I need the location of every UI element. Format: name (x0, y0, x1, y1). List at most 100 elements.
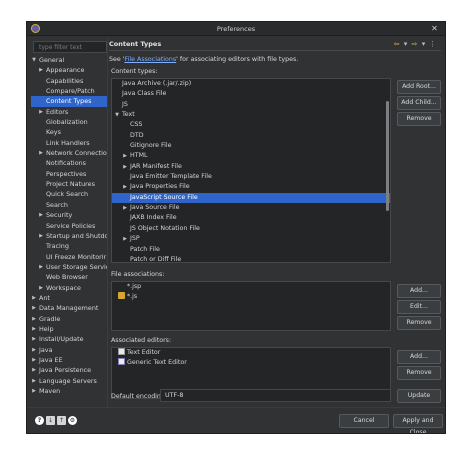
collapsed-chevron-icon[interactable]: ▶ (122, 162, 128, 172)
tree-item[interactable]: ▶ Data Management (31, 303, 107, 313)
tree-item[interactable]: Link Handlers (31, 138, 107, 148)
tree-item[interactable]: Project Natures (31, 179, 107, 189)
content-types-scrollbar[interactable] (386, 101, 389, 211)
tree-item[interactable]: ▶ Startup and Shutdo (31, 231, 107, 241)
tree-item[interactable]: ▶ Editors (31, 107, 107, 117)
content-type-row[interactable]: ▶ Java Properties File (112, 182, 390, 192)
tree-item[interactable]: ▶ Java (31, 345, 107, 355)
collapsed-chevron-icon[interactable]: ▶ (38, 210, 44, 220)
help-icon[interactable]: ? (35, 416, 44, 425)
tree-item[interactable]: Perspectives (31, 169, 107, 179)
tree-item[interactable]: Globalization (31, 117, 107, 127)
file-associations-list[interactable]: *.jsp *.js (111, 281, 391, 331)
tree-item[interactable]: ▶ Java EE (31, 355, 107, 365)
collapsed-chevron-icon[interactable]: ▶ (122, 203, 128, 213)
content-type-row[interactable]: Patch or Diff File (112, 255, 390, 262)
collapsed-chevron-icon[interactable]: ▶ (38, 148, 44, 158)
tree-item[interactable]: Keys (31, 127, 107, 137)
content-type-row[interactable]: CSS (112, 120, 390, 130)
tree-item[interactable]: Quick Search (31, 189, 107, 199)
tree-item[interactable]: ▶ Network Connectio (31, 148, 107, 158)
tree-item[interactable]: Tracing (31, 241, 107, 251)
tree-item[interactable]: ▶ Security (31, 210, 107, 220)
import-icon[interactable]: ↓ (46, 416, 55, 425)
content-types-list[interactable]: Java Archive (.jar/.zip) Java Class File J… (111, 78, 391, 263)
file-association-item[interactable]: *.js (112, 292, 390, 302)
dropdown-arrow-icon[interactable]: ▾ (401, 40, 410, 48)
expanded-chevron-icon[interactable]: ▼ (31, 55, 37, 65)
collapsed-chevron-icon[interactable]: ▶ (31, 303, 37, 313)
update-button[interactable]: Update (397, 389, 441, 403)
content-type-row[interactable]: JS (112, 100, 390, 110)
collapsed-chevron-icon[interactable]: ▶ (31, 365, 37, 375)
content-type-row[interactable]: ▶ HTML (112, 151, 390, 161)
collapsed-chevron-icon[interactable]: ▶ (31, 355, 37, 365)
remove-association-button[interactable]: Remove (397, 316, 441, 330)
filter-input[interactable] (33, 41, 107, 53)
collapsed-chevron-icon[interactable]: ▶ (38, 231, 44, 241)
default-encoding-input[interactable] (160, 389, 391, 402)
edit-association-button[interactable]: Edit... (397, 300, 441, 314)
collapsed-chevron-icon[interactable]: ▶ (31, 376, 37, 386)
file-associations-link[interactable]: File Associations (124, 56, 176, 63)
tree-item[interactable]: ▶ Language Servers (31, 376, 107, 386)
add-root-button[interactable]: Add Root... (397, 80, 441, 94)
collapsed-chevron-icon[interactable]: ▶ (38, 283, 44, 293)
tree-item[interactable]: Web Browser (31, 272, 107, 282)
dropdown-arrow-icon[interactable]: ▾ (419, 40, 428, 48)
collapsed-chevron-icon[interactable]: ▶ (122, 234, 128, 244)
content-type-row[interactable]: ▶ JSP (112, 234, 390, 244)
close-icon[interactable]: ✕ (430, 24, 439, 33)
tree-item[interactable]: ▶ Gradle (31, 314, 107, 324)
tree-item[interactable]: ▶ Ant (31, 293, 107, 303)
content-type-row[interactable]: Java Class File (112, 89, 390, 99)
tree-item[interactable]: ▶ Java Persistence (31, 365, 107, 375)
settings-icon[interactable]: ⚙ (68, 416, 77, 425)
cancel-button[interactable]: Cancel (339, 414, 389, 428)
add-child-button[interactable]: Add Child... (397, 96, 441, 110)
tree-item[interactable]: Capabilities (31, 76, 107, 86)
tree-item[interactable]: Compare/Patch (31, 86, 107, 96)
collapsed-chevron-icon[interactable]: ▶ (38, 107, 44, 117)
tree-item[interactable]: ▶ Help (31, 324, 107, 334)
editor-item[interactable]: Generic Text Editor (112, 358, 390, 368)
collapsed-chevron-icon[interactable]: ▶ (31, 293, 37, 303)
collapsed-chevron-icon[interactable]: ▶ (38, 65, 44, 75)
collapsed-chevron-icon[interactable]: ▶ (31, 386, 37, 396)
collapsed-chevron-icon[interactable]: ▶ (31, 334, 37, 344)
tree-item[interactable]: ▶ Maven (31, 386, 107, 396)
export-icon[interactable]: ↑ (57, 416, 66, 425)
editor-item[interactable]: Text Editor (112, 348, 390, 358)
content-type-row[interactable]: Patch File (112, 245, 390, 255)
content-type-row[interactable]: JavaScript Source File (112, 192, 390, 204)
tree-item[interactable]: ▶ Workspace (31, 283, 107, 293)
remove-content-type-button[interactable]: Remove (397, 112, 441, 126)
tree-item[interactable]: Content Types (31, 96, 107, 107)
tree-item[interactable]: Service Policies (31, 221, 107, 231)
preferences-tree[interactable]: ▼ General ▶ Appearance Capabilities Compare/P… (31, 55, 107, 400)
remove-editor-button[interactable]: Remove (397, 366, 441, 380)
file-association-item[interactable]: *.jsp (112, 282, 390, 292)
content-type-row[interactable]: JAXB Index File (112, 213, 390, 223)
content-type-row[interactable]: ▶ JAR Manifest File (112, 162, 390, 172)
content-type-row[interactable]: ▼ Text (112, 110, 390, 120)
apply-and-close-button[interactable]: Apply and Close (393, 414, 443, 433)
content-type-row[interactable]: ▶ Java Source File (112, 203, 390, 213)
add-editor-button[interactable]: Add... (397, 350, 441, 364)
tree-item[interactable]: ▶ Install/Update (31, 334, 107, 344)
expanded-chevron-icon[interactable]: ▼ (114, 110, 120, 120)
back-arrow-icon[interactable]: ⇦ (392, 40, 401, 48)
collapsed-chevron-icon[interactable]: ▶ (122, 151, 128, 161)
pane-splitter[interactable] (107, 37, 108, 407)
tree-item[interactable]: Search (31, 200, 107, 210)
content-type-row[interactable]: JS Object Notation File (112, 224, 390, 234)
tree-item[interactable]: ▶ User Storage Servic (31, 262, 107, 272)
collapsed-chevron-icon[interactable]: ▶ (31, 345, 37, 355)
collapsed-chevron-icon[interactable]: ▶ (31, 324, 37, 334)
content-type-row[interactable]: Java Emitter Template File (112, 172, 390, 182)
tree-item[interactable]: ▶ Appearance (31, 65, 107, 75)
content-type-row[interactable]: Gitignore File (112, 141, 390, 151)
collapsed-chevron-icon[interactable]: ▶ (31, 314, 37, 324)
title-bar[interactable]: Preferences ✕ (27, 22, 445, 36)
collapsed-chevron-icon[interactable]: ▶ (38, 262, 44, 272)
